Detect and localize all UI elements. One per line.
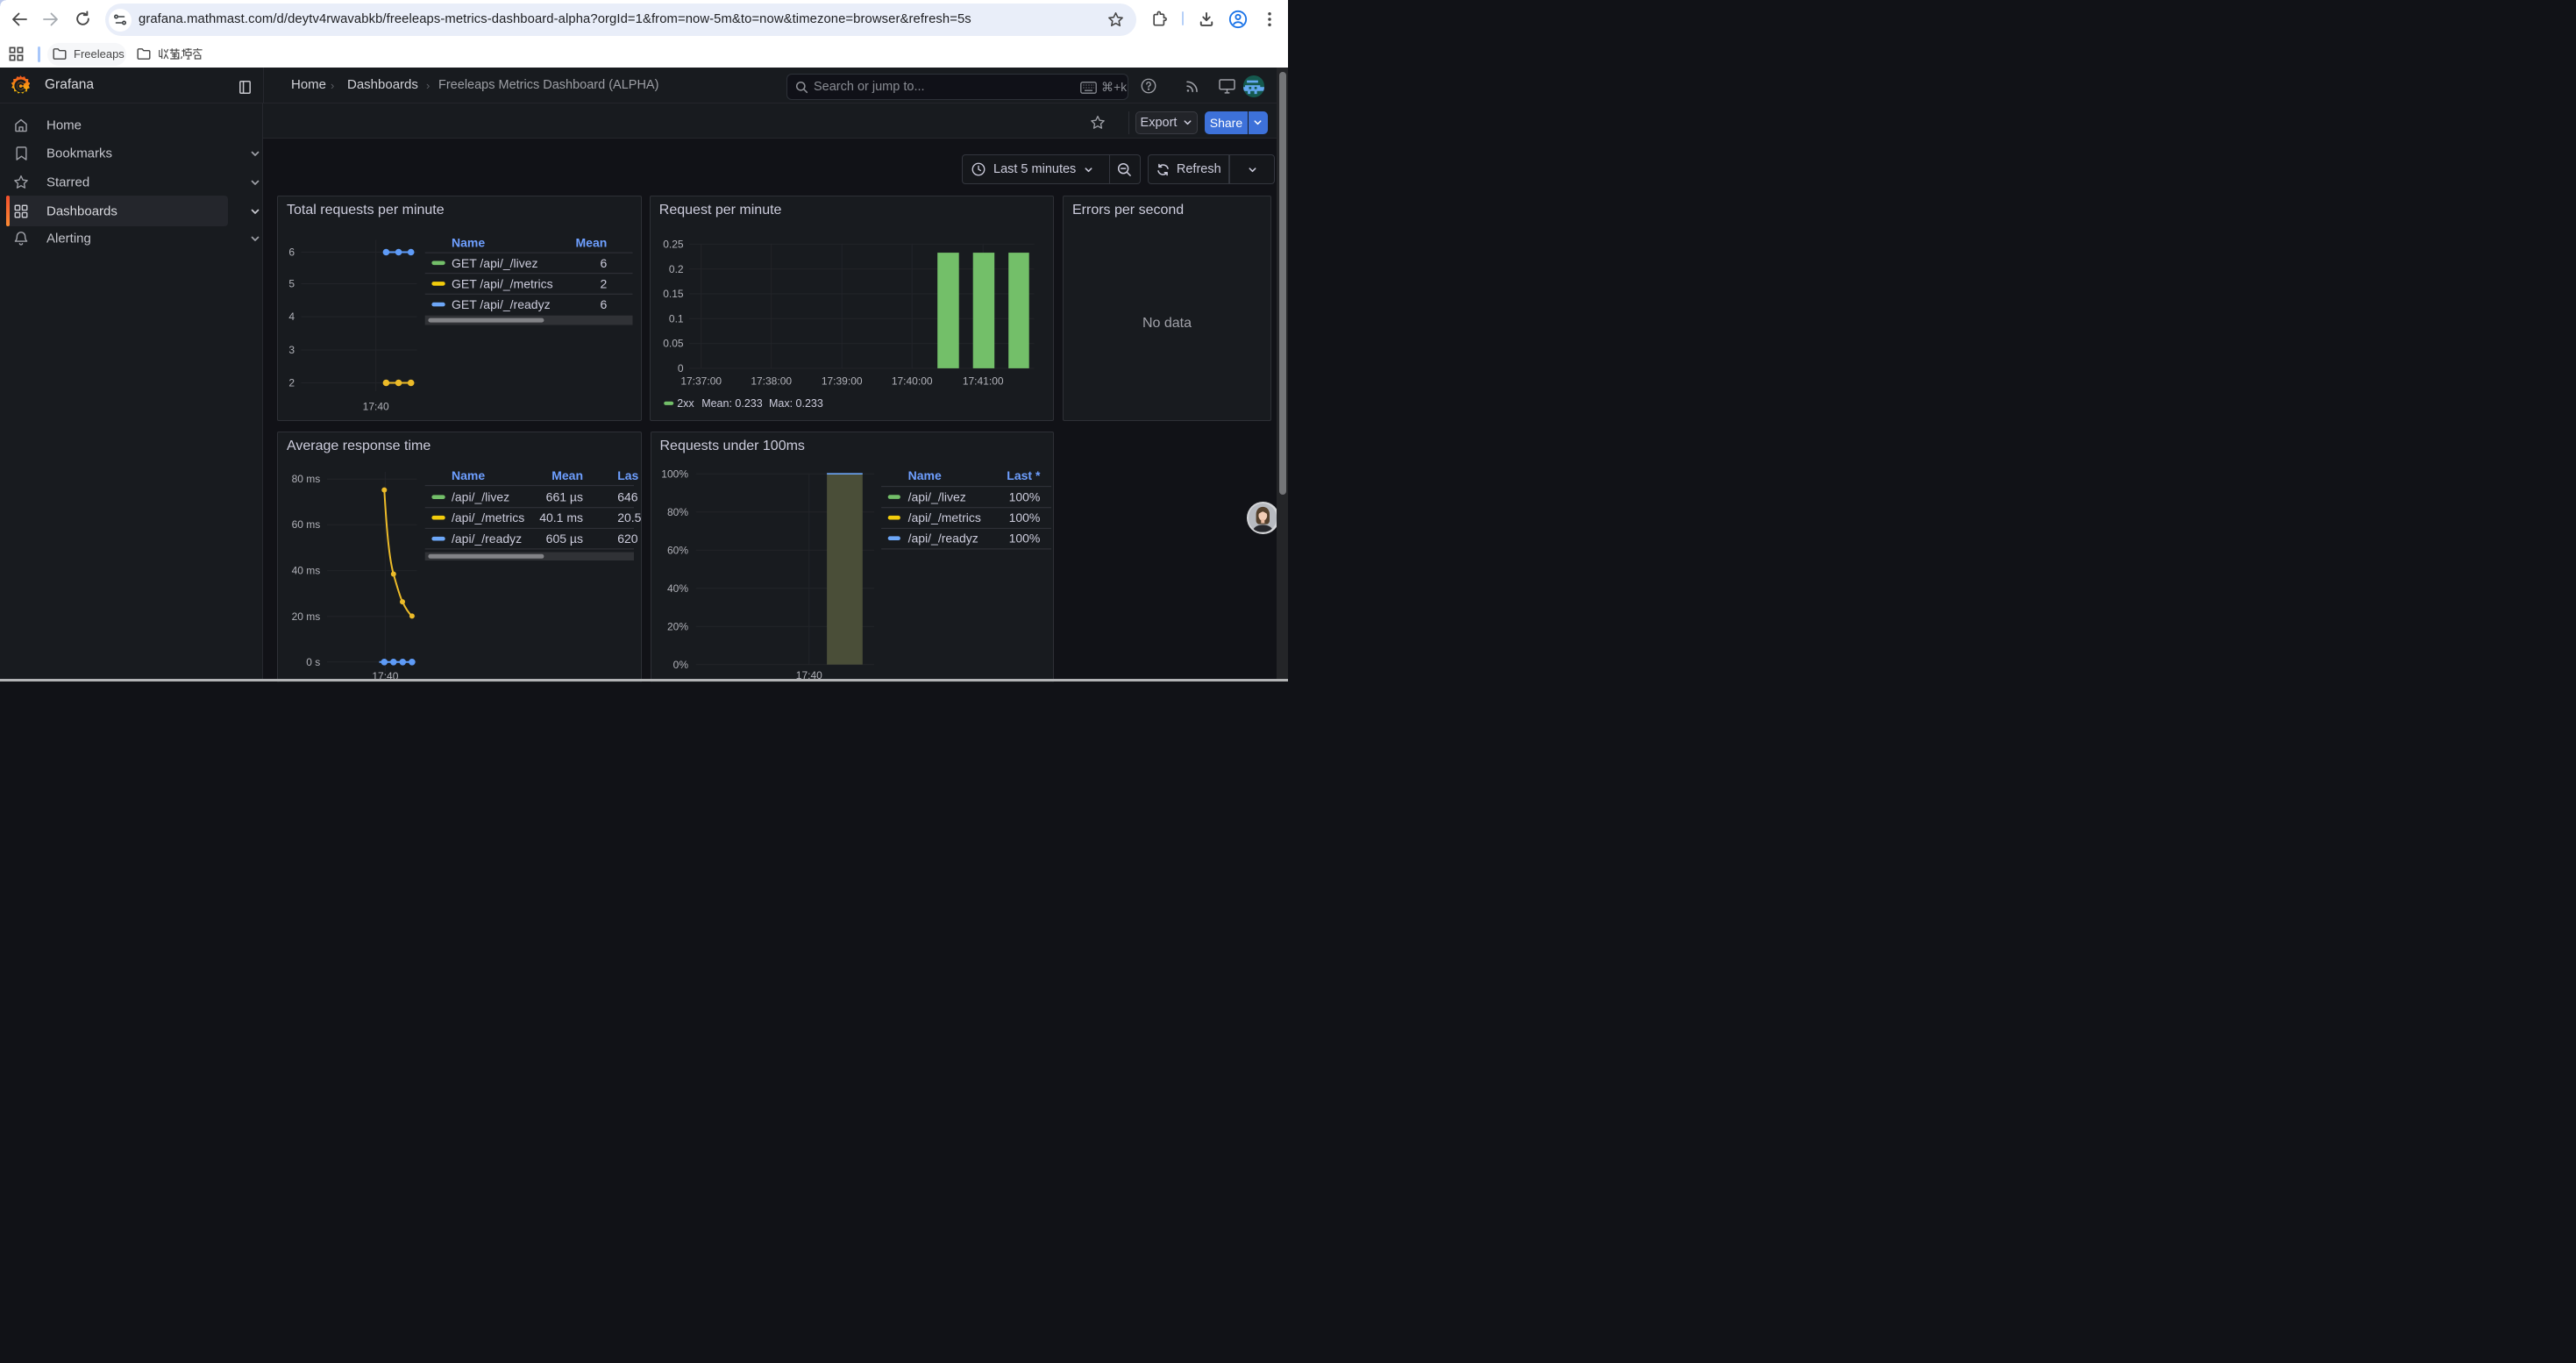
- svg-text:0: 0: [678, 362, 684, 375]
- svg-text:60%: 60%: [666, 544, 687, 556]
- svg-text:20.5 r: 20.5 r: [617, 510, 641, 525]
- svg-text:100%: 100%: [661, 467, 688, 480]
- svg-text:/api/_/metrics: /api/_/metrics: [907, 510, 980, 525]
- svg-text:Last *: Last *: [1007, 468, 1041, 482]
- svg-text:6: 6: [601, 256, 608, 270]
- svg-text:40.1 ms: 40.1 ms: [539, 510, 583, 525]
- svg-text:661 µs: 661 µs: [546, 489, 583, 503]
- svg-text:17:40: 17:40: [363, 401, 389, 413]
- svg-text:4: 4: [288, 310, 295, 323]
- svg-text:2xx: 2xx: [677, 397, 694, 410]
- svg-text:620: 620: [617, 532, 638, 546]
- svg-text:100%: 100%: [1008, 531, 1040, 545]
- svg-text:0.25: 0.25: [663, 239, 684, 251]
- svg-text:Name: Name: [907, 468, 941, 482]
- svg-text:40 ms: 40 ms: [292, 564, 321, 576]
- svg-text:5: 5: [288, 278, 295, 290]
- svg-text:6: 6: [601, 297, 608, 311]
- svg-text:17:38:00: 17:38:00: [751, 375, 792, 387]
- svg-text:100%: 100%: [1008, 510, 1040, 525]
- svg-text:17:39:00: 17:39:00: [822, 375, 863, 387]
- svg-text:/api/_/readyz: /api/_/readyz: [452, 532, 522, 546]
- svg-text:0.15: 0.15: [663, 288, 684, 300]
- svg-text:2: 2: [288, 377, 295, 389]
- svg-text:605 µs: 605 µs: [546, 532, 583, 546]
- svg-text:2: 2: [601, 276, 608, 290]
- svg-text:80%: 80%: [666, 506, 687, 518]
- svg-text:80 ms: 80 ms: [292, 473, 321, 485]
- svg-text:17:41:00: 17:41:00: [963, 375, 1004, 387]
- svg-text:6: 6: [288, 246, 295, 259]
- svg-text:40%: 40%: [666, 582, 687, 595]
- svg-text:Max: 0.233: Max: 0.233: [769, 397, 823, 410]
- svg-text:17:37:00: 17:37:00: [680, 375, 722, 387]
- svg-text:100%: 100%: [1008, 489, 1040, 503]
- svg-text:0%: 0%: [672, 659, 688, 671]
- svg-text:0.1: 0.1: [669, 312, 684, 325]
- svg-text:Mean: Mean: [576, 236, 608, 250]
- svg-text:GET /api/_/livez: GET /api/_/livez: [452, 256, 538, 270]
- svg-text:0 s: 0 s: [306, 656, 320, 668]
- svg-text:646: 646: [617, 489, 638, 503]
- svg-text:3: 3: [288, 344, 295, 356]
- svg-text:Mean: 0.233: Mean: 0.233: [701, 397, 763, 410]
- svg-text:/api/_/metrics: /api/_/metrics: [452, 510, 524, 525]
- svg-text:GET /api/_/readyz: GET /api/_/readyz: [452, 297, 551, 311]
- svg-text:20 ms: 20 ms: [292, 610, 321, 623]
- svg-text:GET /api/_/metrics: GET /api/_/metrics: [452, 276, 553, 290]
- svg-text:Name: Name: [452, 468, 485, 482]
- svg-text:60 ms: 60 ms: [292, 518, 321, 531]
- svg-text:Las: Las: [617, 468, 638, 482]
- svg-text:20%: 20%: [666, 620, 687, 632]
- svg-text:0.05: 0.05: [663, 338, 684, 350]
- svg-text:0.2: 0.2: [669, 263, 684, 275]
- svg-text:17:40:00: 17:40:00: [892, 375, 933, 387]
- svg-text:/api/_/livez: /api/_/livez: [907, 489, 965, 503]
- svg-text:Name: Name: [452, 236, 485, 250]
- svg-text:Mean: Mean: [551, 468, 583, 482]
- svg-text:/api/_/readyz: /api/_/readyz: [907, 531, 978, 545]
- svg-text:/api/_/livez: /api/_/livez: [452, 489, 509, 503]
